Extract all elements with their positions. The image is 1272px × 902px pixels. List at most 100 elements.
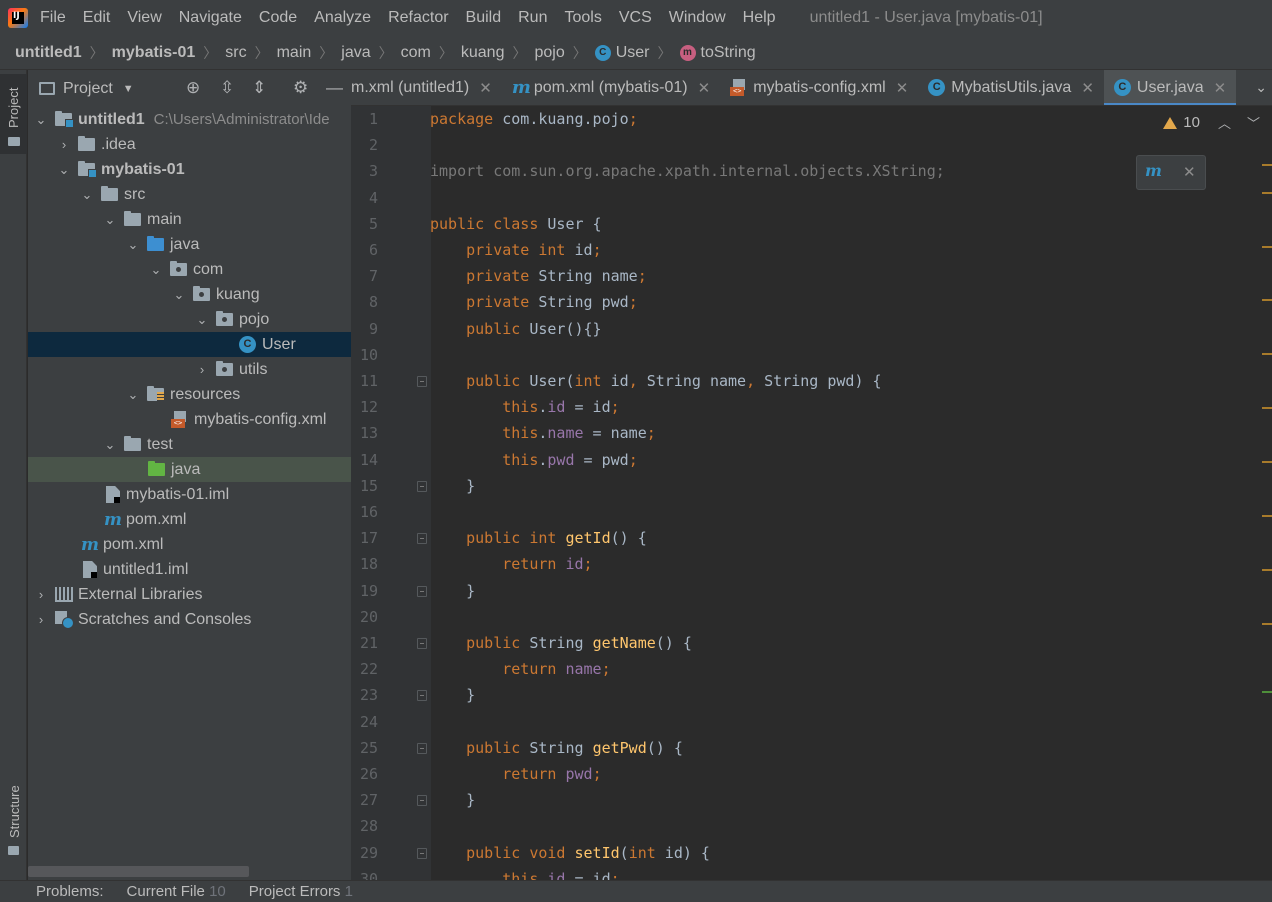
breadcrumb-java[interactable]: java xyxy=(341,44,370,62)
project-tool-tab[interactable]: Project xyxy=(0,74,27,154)
project-view-selector[interactable]: Project xyxy=(63,80,113,98)
code-line[interactable]: 15 } xyxy=(351,473,1272,499)
code-line[interactable]: 25 public String getPwd() { xyxy=(351,735,1272,761)
chevron-down-icon[interactable]: ⌄ xyxy=(171,287,187,303)
tree-item-external-libraries[interactable]: › External Libraries xyxy=(28,582,351,607)
maven-reload-icon[interactable]: m xyxy=(1145,161,1165,180)
tree-item-mybatis-config[interactable]: mybatis-config.xml xyxy=(28,407,351,432)
fold-toggle-icon[interactable] xyxy=(417,847,427,859)
breadcrumb-mybatis-01[interactable]: mybatis-01 xyxy=(112,44,196,62)
locate-icon[interactable]: ⊕ xyxy=(186,79,200,97)
warning-stripe[interactable] xyxy=(1262,353,1272,355)
code-line[interactable]: 17 public int getId() { xyxy=(351,525,1272,551)
fold-toggle-icon[interactable] xyxy=(417,376,427,387)
tree-item-untitled1-iml[interactable]: untitled1.iml xyxy=(28,557,351,582)
tree-item-idea[interactable]: › .idea xyxy=(28,132,351,157)
warning-stripe[interactable] xyxy=(1262,407,1272,409)
menu-view[interactable]: View xyxy=(127,9,161,27)
code-line[interactable]: 7 private String name; xyxy=(351,263,1272,289)
chevron-down-icon[interactable]: ⌄ xyxy=(125,387,141,403)
fold-toggle-icon[interactable] xyxy=(417,585,427,597)
chevron-right-icon[interactable]: › xyxy=(194,362,210,377)
code-line[interactable]: 23 } xyxy=(351,682,1272,708)
code-line[interactable]: 2 xyxy=(351,132,1272,158)
tree-item-module-pom[interactable]: m pom.xml xyxy=(28,507,351,532)
code-line[interactable]: 6 private int id; xyxy=(351,237,1272,263)
hide-panel-icon[interactable]: — xyxy=(326,79,343,97)
code-line[interactable]: 24 xyxy=(351,709,1272,735)
fold-toggle-icon[interactable] xyxy=(417,638,427,649)
close-icon[interactable]: ✕ xyxy=(698,79,711,97)
menu-navigate[interactable]: Navigate xyxy=(179,9,242,27)
tab-pom-untitled1[interactable]: m.xml (untitled1) ✕ xyxy=(351,70,502,105)
code-line[interactable]: 11 public User(int id, String name, Stri… xyxy=(351,368,1272,394)
breadcrumb-user[interactable]: C User xyxy=(594,44,650,62)
fold-toggle-icon[interactable] xyxy=(417,480,427,492)
menu-run[interactable]: Run xyxy=(518,9,547,27)
fold-toggle-icon[interactable] xyxy=(417,795,427,807)
inspection-widget[interactable]: 10 ︿ ﹀ xyxy=(1163,113,1260,132)
fold-toggle-icon[interactable] xyxy=(417,690,427,702)
code-line[interactable]: 10 xyxy=(351,342,1272,368)
tree-item-root-pom[interactable]: m pom.xml xyxy=(28,532,351,557)
menu-edit[interactable]: Edit xyxy=(83,9,111,27)
code-line[interactable]: 26 return pwd; xyxy=(351,761,1272,787)
warning-stripe[interactable] xyxy=(1262,246,1272,248)
code-line[interactable]: 5 public class User { xyxy=(351,211,1272,237)
warning-stripe[interactable] xyxy=(1262,623,1272,625)
breadcrumb-src[interactable]: src xyxy=(225,44,246,62)
tab-current-file[interactable]: Current File 10 xyxy=(127,883,226,900)
menu-analyze[interactable]: Analyze xyxy=(314,9,371,27)
breadcrumb-pojo[interactable]: pojo xyxy=(534,44,564,62)
code-line[interactable]: 19 } xyxy=(351,578,1272,604)
chevron-down-icon[interactable]: ⌄ xyxy=(194,312,210,328)
fold-toggle-icon[interactable] xyxy=(417,533,427,545)
tree-item-utils[interactable]: › utils xyxy=(28,357,351,382)
tree-item-scratches[interactable]: › Scratches and Consoles xyxy=(28,607,351,632)
fold-toggle-icon[interactable] xyxy=(417,742,427,754)
chevron-down-icon[interactable]: ﹀ xyxy=(1247,113,1260,132)
breadcrumb-untitled1[interactable]: untitled1 xyxy=(15,44,82,62)
chevron-down-icon[interactable]: ⌄ xyxy=(148,262,164,278)
code-line[interactable]: 21 public String getName() { xyxy=(351,630,1272,656)
chevron-down-icon[interactable]: ⌄ xyxy=(125,237,141,253)
menu-tools[interactable]: Tools xyxy=(564,9,601,27)
expand-all-icon[interactable]: ⇳ xyxy=(220,79,234,97)
warning-stripe[interactable] xyxy=(1262,569,1272,571)
code-line[interactable]: 22 return name; xyxy=(351,656,1272,682)
code-line[interactable]: 18 return id; xyxy=(351,551,1272,577)
chevron-down-icon[interactable]: ⌄ xyxy=(102,437,118,453)
menu-build[interactable]: Build xyxy=(466,9,502,27)
tab-pom-mybatis-01[interactable]: m pom.xml (mybatis-01) ✕ xyxy=(502,70,720,105)
tab-user-java[interactable]: C User.java ✕ xyxy=(1103,70,1237,105)
menu-help[interactable]: Help xyxy=(743,9,776,27)
close-icon[interactable]: ✕ xyxy=(1183,163,1196,181)
tree-item-user[interactable]: C User xyxy=(28,332,351,357)
tree-item-main[interactable]: ⌄ main xyxy=(28,207,351,232)
warning-stripe[interactable] xyxy=(1262,299,1272,301)
close-icon[interactable]: ✕ xyxy=(479,79,492,97)
collapse-all-icon[interactable]: ⇕ xyxy=(252,79,266,97)
warning-stripe[interactable] xyxy=(1262,515,1272,517)
tree-item-test[interactable]: ⌄ test xyxy=(28,432,351,457)
chevron-right-icon[interactable]: › xyxy=(33,612,49,627)
tree-item-test-java[interactable]: java xyxy=(28,457,351,482)
warning-stripe[interactable] xyxy=(1262,192,1272,194)
tree-item-resources[interactable]: ⌄ resources xyxy=(28,382,351,407)
menu-file[interactable]: File xyxy=(40,9,66,27)
code-line[interactable]: 9 public User(){} xyxy=(351,316,1272,342)
warning-stripe[interactable] xyxy=(1262,461,1272,463)
tree-item-java[interactable]: ⌄ java xyxy=(28,232,351,257)
menu-vcs[interactable]: VCS xyxy=(619,9,652,27)
close-icon[interactable]: ✕ xyxy=(896,79,909,97)
tab-mybatis-config[interactable]: mybatis-config.xml ✕ xyxy=(720,70,918,105)
tree-item-untitled1[interactable]: ⌄ untitled1 C:\Users\Administrator\Ide xyxy=(28,107,351,132)
breadcrumb-kuang[interactable]: kuang xyxy=(461,44,505,62)
tree-item-src[interactable]: ⌄ src xyxy=(28,182,351,207)
tree-item-kuang[interactable]: ⌄ kuang xyxy=(28,282,351,307)
warning-stripe[interactable] xyxy=(1262,164,1272,166)
chevron-down-icon[interactable]: ⌄ xyxy=(1255,79,1267,96)
horizontal-scrollbar[interactable] xyxy=(28,866,249,877)
code-line[interactable]: 20 xyxy=(351,604,1272,630)
chevron-down-icon[interactable]: ⌄ xyxy=(102,212,118,228)
